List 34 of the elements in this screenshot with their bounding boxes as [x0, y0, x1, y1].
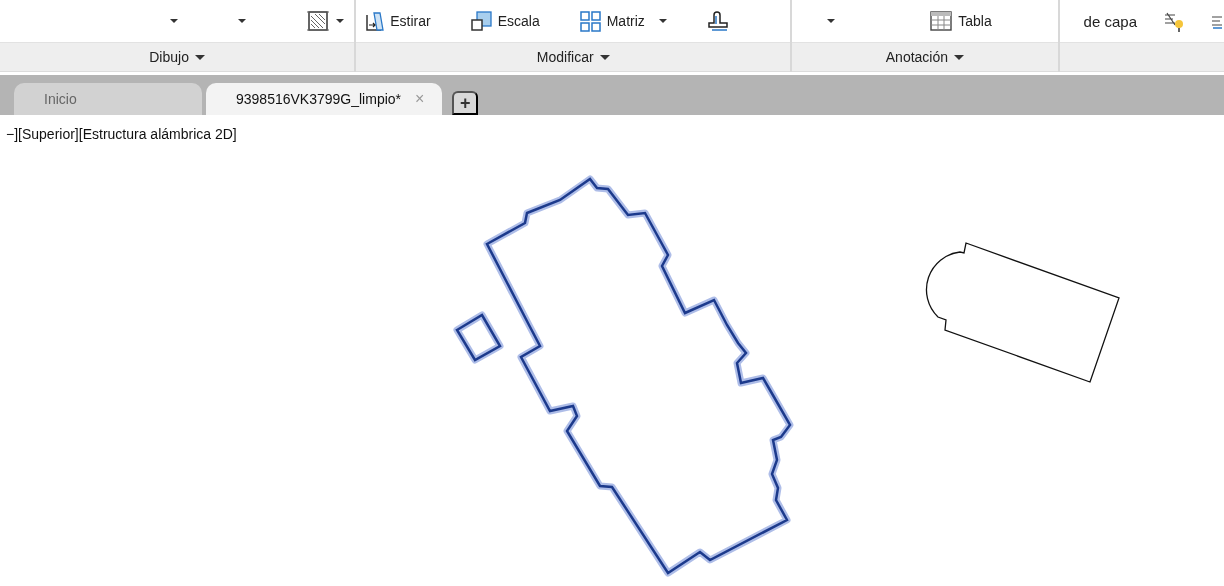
- caret-icon: [238, 19, 246, 23]
- caret-icon: [658, 19, 667, 23]
- caret-icon: [599, 54, 610, 60]
- scale-icon: [470, 11, 492, 31]
- caret-icon: [194, 54, 205, 60]
- tool-button[interactable]: [306, 9, 344, 33]
- tab-label: Inicio: [44, 91, 77, 107]
- command-button[interactable]: Escala: [470, 11, 540, 31]
- tab[interactable]: 9398516VK3799G_limpio* ×: [206, 83, 443, 115]
- command-button[interactable]: Matriz: [579, 10, 667, 32]
- caret-icon: [954, 54, 965, 60]
- table-icon: [930, 11, 953, 31]
- tab[interactable]: Inicio: [14, 83, 202, 115]
- panel-title[interactable]: Anotación: [885, 49, 965, 65]
- caret-icon: [827, 19, 836, 23]
- dropdown-button[interactable]: [238, 19, 246, 23]
- array-icon: [579, 10, 601, 32]
- dropdown-button[interactable]: [170, 19, 178, 23]
- tool-button[interactable]: [706, 11, 729, 31]
- caret-icon: [336, 19, 344, 23]
- layer-button[interactable]: de capa: [1083, 12, 1137, 30]
- square-outline: [453, 311, 504, 364]
- viewport-label[interactable]: −][Superior][Estructura alámbrica 2D]: [6, 126, 237, 142]
- command-button[interactable]: Estirar: [364, 10, 431, 32]
- tab-label: 9398516VK3799G_limpio*: [236, 91, 401, 107]
- hatch-icon: [306, 9, 330, 33]
- panel-title[interactable]: Modificar: [536, 49, 610, 65]
- panel-title[interactable]: Dibujo: [149, 49, 205, 65]
- stretch-icon: [364, 10, 385, 32]
- command-button[interactable]: Tabla: [930, 11, 992, 31]
- new-tab-button[interactable]: +: [452, 91, 479, 115]
- dropdown-button[interactable]: [827, 19, 836, 23]
- offset-icon: [706, 11, 729, 31]
- caret-icon: [170, 19, 178, 23]
